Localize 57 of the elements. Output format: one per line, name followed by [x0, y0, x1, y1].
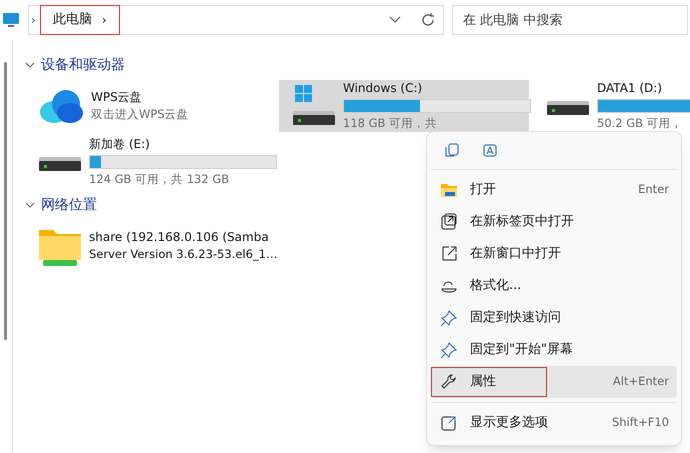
- pin-icon: [440, 341, 458, 359]
- menu-label: 打开: [470, 181, 496, 200]
- breadcrumb[interactable]: 此电脑 ›: [40, 5, 120, 35]
- item-name: share (192.168.0.106 (Samba: [89, 229, 270, 246]
- drive-tile[interactable]: Windows (C:) 118 GB 可用，共: [279, 80, 529, 132]
- menu-label: 格式化...: [470, 277, 522, 296]
- menu-item[interactable]: 格式化...: [431, 270, 677, 302]
- wrench-icon: [440, 373, 458, 391]
- menu-item[interactable]: 固定到快速访问: [431, 302, 677, 334]
- computer-icon: [2, 12, 20, 28]
- menu-item[interactable]: 在新窗口中打开: [431, 238, 677, 270]
- chevron-icon[interactable]: [25, 200, 35, 210]
- item-detail: Server Version 3.6.23-53.el6_1…: [89, 246, 278, 263]
- copy-icon[interactable]: [443, 142, 460, 159]
- group-header[interactable]: 网络位置: [41, 194, 97, 216]
- item-name: 新加卷 (E:): [89, 136, 151, 153]
- drive-tile[interactable]: WPS云盘 双击进入WPS云盘: [25, 80, 275, 132]
- menu-item[interactable]: 显示更多选项 Shift+F10: [431, 407, 677, 439]
- shortcut-text: Enter: [638, 181, 669, 198]
- chevron-icon[interactable]: [25, 60, 35, 70]
- group-header[interactable]: 设备和驱动器: [41, 54, 125, 76]
- more-options-icon: [440, 414, 458, 432]
- menu-label: 在新标签页中打开: [470, 213, 574, 232]
- item-name: WPS云盘: [91, 89, 143, 106]
- drive-tile[interactable]: DATA1 (D:) 50.2 GB 可用，: [533, 80, 690, 132]
- address-bar[interactable]: › 此电脑 ›: [28, 5, 444, 35]
- item-detail: 118 GB 可用，共: [343, 115, 438, 132]
- shortcut-text: Alt+Enter: [612, 373, 669, 390]
- drive-tile[interactable]: share (192.168.0.106 (Samba Server Version 3.6.23-53.el6_1…: [25, 220, 275, 272]
- menu-item[interactable]: 打开 Enter: [431, 174, 677, 206]
- new-tab-icon: [440, 213, 458, 231]
- folder-icon: [440, 181, 458, 199]
- menu-label: 在新窗口中打开: [470, 245, 561, 264]
- item-name: Windows (C:): [343, 80, 424, 97]
- system-drive-icon: [291, 85, 337, 127]
- shortcut-text: Shift+F10: [612, 414, 669, 432]
- item-detail: 双击进入WPS云盘: [91, 106, 190, 123]
- item-detail: 124 GB 可用，共 132 GB: [89, 171, 230, 188]
- item-name: DATA1 (D:): [597, 80, 664, 97]
- item-detail: 50.2 GB 可用，: [597, 115, 684, 132]
- menu-item[interactable]: 在新标签页中打开: [431, 206, 677, 238]
- pin-icon: [440, 309, 458, 327]
- menu-item[interactable]: 固定到"开始"屏幕: [431, 334, 677, 366]
- scrollbar-thumb[interactable]: [4, 62, 7, 340]
- new-window-icon: [440, 245, 458, 263]
- search-field[interactable]: 在 此电脑 中搜索: [452, 5, 688, 35]
- drive-tile[interactable]: 新加卷 (E:) 124 GB 可用，共 132 GB: [25, 136, 275, 188]
- cloud-icon: [38, 88, 84, 124]
- menu-label: 固定到快速访问: [470, 309, 561, 328]
- chevron-icon: ›: [29, 11, 38, 29]
- menu-label: 固定到"开始"屏幕: [470, 341, 573, 360]
- refresh-icon[interactable]: [421, 13, 435, 27]
- menu-item[interactable]: 属性 Alt+Enter: [431, 366, 677, 398]
- dropdown-icon[interactable]: [389, 16, 401, 24]
- menu-label: 显示更多选项: [470, 414, 548, 432]
- menu-label: 属性: [470, 373, 496, 392]
- rename-icon[interactable]: [482, 142, 499, 159]
